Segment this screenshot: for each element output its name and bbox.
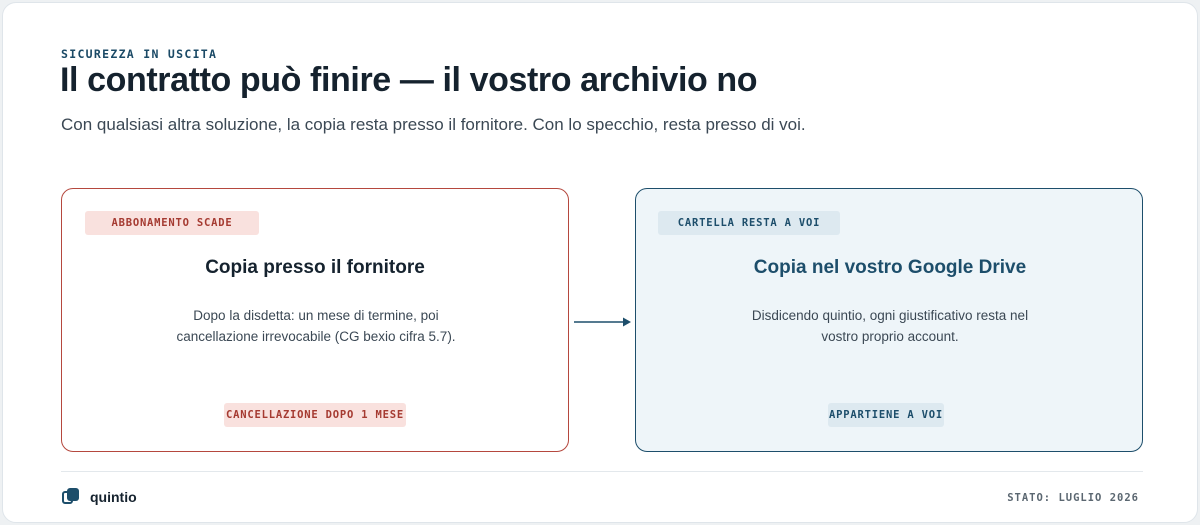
arrow-right-icon [574, 317, 631, 327]
brand-logo: quintio [62, 488, 137, 506]
card-vendor-copy: ABBONAMENTO SCADE Copia presso il fornit… [61, 188, 569, 452]
tag-folder-stays: CARTELLA RESTA A VOI [658, 211, 840, 235]
card-vendor-title: Copia presso il fornitore [205, 257, 425, 278]
page-subtitle: Con qualsiasi altra soluzione, la copia … [61, 115, 806, 134]
slide: SICUREZZA IN USCITA Il contratto può fin… [2, 2, 1198, 523]
badge-owned: APPARTIENE A VOI [828, 403, 944, 427]
stacked-squares-icon [62, 488, 80, 506]
footer-divider [61, 471, 1143, 472]
badge-deletion: CANCELLAZIONE DOPO 1 MESE [224, 403, 406, 427]
status-date: STATO: LUGLIO 2026 [1007, 492, 1139, 504]
card-vendor-body: Dopo la disdetta: un mese di termine, po… [176, 308, 456, 344]
page-title: Il contratto può finire — il vostro arch… [60, 61, 758, 99]
card-drive-title: Copia nel vostro Google Drive [753, 257, 1027, 278]
card-drive-copy: CARTELLA RESTA A VOI Copia nel vostro Go… [635, 188, 1143, 452]
brand-name: quintio [90, 489, 137, 505]
tag-subscription-expires: ABBONAMENTO SCADE [85, 211, 259, 235]
eyebrow-label: SICUREZZA IN USCITA [61, 47, 218, 61]
card-drive-body: Disdicendo quintio, ogni giustificativo … [751, 308, 1029, 344]
